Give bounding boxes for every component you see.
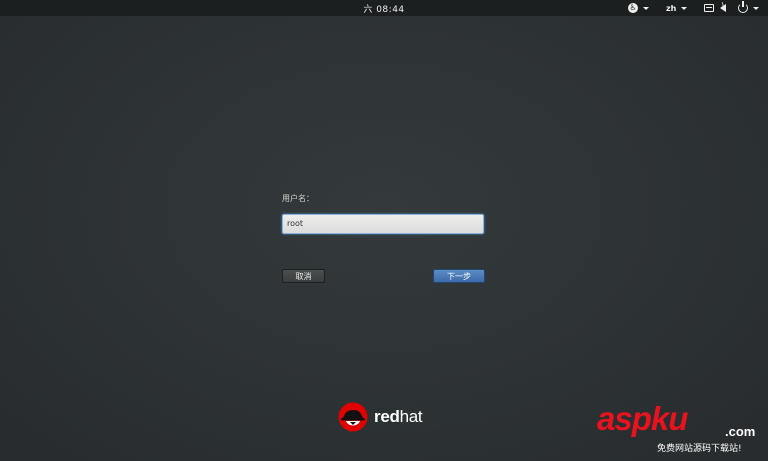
next-button[interactable]: 下一步 <box>433 269 485 283</box>
redhat-wordmark: redhat <box>374 407 423 426</box>
username-label: 用户名： <box>282 194 314 203</box>
clock[interactable]: 六 08:44 <box>0 2 768 15</box>
watermark-subtitle: 免费网站源码下载站! <box>657 444 742 454</box>
language-menu[interactable]: zh <box>666 2 688 14</box>
watermark-domain: .com <box>725 424 756 439</box>
network-icon <box>704 4 714 12</box>
shadowman-icon <box>338 402 368 432</box>
watermark: aspku .com 免费网站源码下载站! <box>597 402 765 455</box>
power-icon <box>738 1 748 13</box>
cancel-button[interactable]: 取消 <box>282 269 325 283</box>
top-bar: 六 08:44 ♿ zh <box>0 0 768 16</box>
chevron-down-icon <box>681 6 688 10</box>
chevron-down-icon <box>753 6 759 10</box>
accessibility-icon: ♿ <box>628 3 638 13</box>
system-menu[interactable] <box>704 1 759 14</box>
language-label: zh <box>666 3 677 13</box>
username-input[interactable] <box>282 213 484 234</box>
volume-icon <box>720 1 726 12</box>
chevron-down-icon <box>643 6 649 10</box>
accessibility-menu[interactable]: ♿ <box>628 2 649 14</box>
login-form: 用户名： <box>282 193 485 234</box>
redhat-logo: redhat <box>338 402 423 432</box>
